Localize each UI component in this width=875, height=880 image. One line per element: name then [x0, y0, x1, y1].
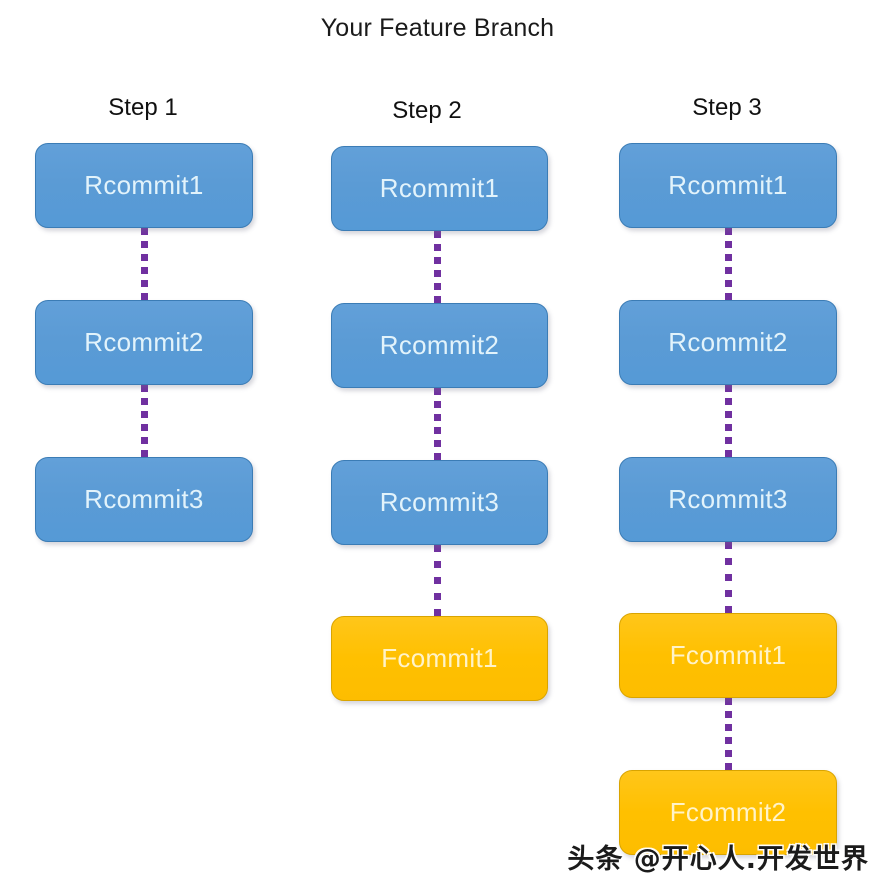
connector-dot	[141, 267, 148, 274]
connector-dot	[434, 545, 441, 552]
connector-line	[141, 228, 148, 300]
connector-dot	[725, 698, 732, 705]
connector-line	[725, 698, 732, 770]
connector-dot	[434, 231, 441, 238]
connector-dot	[434, 401, 441, 408]
connector-dot	[141, 241, 148, 248]
connector-dot	[434, 296, 441, 303]
commit-node-s2-rcommit2[interactable]: Rcommit2	[331, 303, 548, 388]
connector-dot	[725, 437, 732, 444]
connector-dot	[434, 270, 441, 277]
commit-node-s3-rcommit2[interactable]: Rcommit2	[619, 300, 837, 385]
commit-node-s3-rcommit3[interactable]: Rcommit3	[619, 457, 837, 542]
connector-dot	[725, 267, 732, 274]
connector-dot	[725, 450, 732, 457]
connector-dot	[434, 453, 441, 460]
connector-line	[434, 545, 441, 616]
commit-node-s1-rcommit3[interactable]: Rcommit3	[35, 457, 253, 542]
connector-dot	[725, 411, 732, 418]
connector-dot	[434, 561, 441, 568]
step-label-2: Step 2	[392, 97, 462, 124]
connector-dot	[725, 606, 732, 613]
connector-dot	[434, 388, 441, 395]
commit-node-label: Rcommit2	[668, 327, 788, 357]
connector-dot	[434, 257, 441, 264]
watermark-text: 头条 @开心人.开发世界	[567, 844, 869, 875]
connector-dot	[725, 711, 732, 718]
connector-dot	[141, 280, 148, 287]
connector-dot	[725, 241, 732, 248]
connector-dot	[725, 590, 732, 597]
commit-node-label: Fcommit1	[669, 640, 787, 670]
connector-dot	[725, 542, 732, 549]
commit-node-s2-rcommit1[interactable]: Rcommit1	[331, 146, 548, 231]
connector-dot	[725, 280, 732, 287]
connector-dot	[141, 450, 148, 457]
commit-node-s2-rcommit3[interactable]: Rcommit3	[331, 460, 548, 545]
connector-dot	[434, 440, 441, 447]
commit-node-label: Rcommit1	[84, 170, 204, 200]
commit-node-label: Rcommit1	[379, 173, 500, 203]
connector-dot	[725, 424, 732, 431]
connector-dot	[141, 293, 148, 300]
connector-dot	[434, 609, 441, 616]
connector-dot	[725, 398, 732, 405]
connector-dot	[725, 228, 732, 235]
page-title: Your Feature Branch	[320, 14, 555, 42]
connector-dot	[725, 574, 732, 581]
connector-dot	[141, 228, 148, 235]
connector-dot	[725, 750, 732, 757]
commit-node-label: Rcommit2	[379, 330, 500, 360]
connector-dot	[141, 437, 148, 444]
commit-node-label: Rcommit3	[84, 484, 204, 514]
connector-dot	[434, 244, 441, 251]
commit-node-label: Rcommit2	[84, 327, 204, 357]
connector-dot	[141, 254, 148, 261]
connector-dot	[725, 737, 732, 744]
connector-line	[434, 388, 441, 460]
commit-node-s2-fcommit1[interactable]: Fcommit1	[331, 616, 548, 701]
connector-line	[141, 385, 148, 457]
commit-node-s3-rcommit1[interactable]: Rcommit1	[619, 143, 837, 228]
connector-dot	[725, 293, 732, 300]
commit-node-s1-rcommit1[interactable]: Rcommit1	[35, 143, 253, 228]
commit-node-label: Rcommit3	[668, 484, 788, 514]
commit-node-s1-rcommit2[interactable]: Rcommit2	[35, 300, 253, 385]
commit-node-label: Fcommit2	[669, 797, 787, 827]
connector-dot	[725, 558, 732, 565]
connector-dot	[141, 411, 148, 418]
connector-dot	[141, 385, 148, 392]
connector-line	[725, 385, 732, 457]
commit-node-label: Rcommit3	[379, 487, 500, 517]
commit-node-s3-fcommit1[interactable]: Fcommit1	[619, 613, 837, 698]
connector-line	[434, 231, 441, 303]
connector-dot	[725, 385, 732, 392]
step-label-1: Step 1	[108, 94, 178, 121]
connector-dot	[434, 414, 441, 421]
connector-dot	[434, 283, 441, 290]
commit-node-label: Fcommit1	[381, 643, 498, 673]
connector-dot	[141, 398, 148, 405]
step-label-3: Step 3	[692, 94, 762, 121]
commit-node-label: Rcommit1	[668, 170, 788, 200]
connector-line	[725, 542, 732, 613]
connector-dot	[434, 593, 441, 600]
connector-dot	[725, 724, 732, 731]
connector-dot	[434, 577, 441, 584]
connector-dot	[141, 424, 148, 431]
connector-dot	[434, 427, 441, 434]
connector-dot	[725, 254, 732, 261]
diagram-canvas: Your Feature Branch Step 1 Rcommit1 Rcommi…	[0, 0, 875, 880]
connector-dot	[725, 763, 732, 770]
connector-line	[725, 228, 732, 300]
